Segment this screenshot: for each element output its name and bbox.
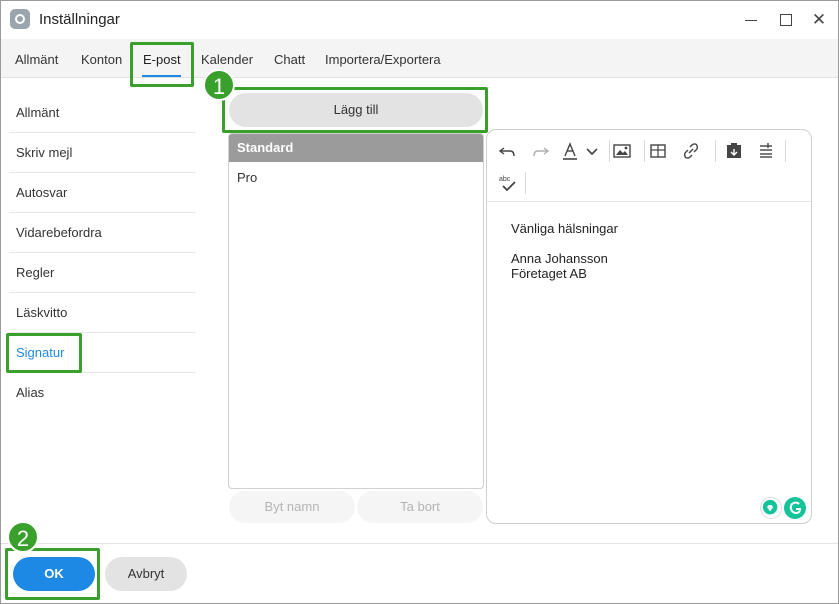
paste-icon[interactable] bbox=[723, 140, 745, 162]
tab-kalender[interactable]: Kalender bbox=[201, 52, 253, 67]
svg-text:abc: abc bbox=[499, 176, 511, 183]
highlight-ok-button bbox=[5, 548, 100, 600]
sidebar-item-label: Alias bbox=[16, 385, 45, 400]
delete-button[interactable]: Ta bort bbox=[357, 491, 483, 523]
toolbar-divider bbox=[525, 172, 526, 194]
tab-allmant[interactable]: Allmänt bbox=[15, 52, 58, 67]
toolbar-divider bbox=[715, 140, 716, 162]
highlight-e-post-tab bbox=[130, 42, 194, 87]
tab-chatt[interactable]: Chatt bbox=[274, 52, 305, 67]
font-color-icon[interactable] bbox=[559, 140, 581, 162]
toolbar-divider bbox=[644, 140, 645, 162]
chevron-down-icon[interactable] bbox=[581, 140, 603, 162]
sidebar-item-allmant[interactable]: Allmänt bbox=[9, 93, 196, 133]
footer-divider bbox=[1, 543, 838, 544]
sidebar-item-label: Vidarebefordra bbox=[16, 225, 102, 240]
close-button[interactable]: ✕ bbox=[808, 9, 830, 31]
title-bar: Inställningar ✕ bbox=[1, 1, 838, 39]
toolbar-divider bbox=[609, 140, 610, 162]
settings-window: Inställningar ✕ Allmänt Konton E-post Ka… bbox=[0, 0, 839, 604]
signature-list-item[interactable]: Standard bbox=[229, 134, 483, 162]
link-icon[interactable] bbox=[680, 140, 702, 162]
sidebar-item-label: Läskvitto bbox=[16, 305, 68, 320]
table-icon[interactable] bbox=[647, 140, 669, 162]
step-2-marker: 2 bbox=[7, 521, 39, 553]
sidebar-item-label: Allmänt bbox=[16, 105, 60, 120]
signature-list: Standard Pro bbox=[228, 133, 484, 489]
signature-editor[interactable]: abc Vänliga hälsningar Anna Johansson Fö… bbox=[486, 129, 812, 524]
sidebar-item-autosvar[interactable]: Autosvar bbox=[9, 173, 196, 213]
sidebar-item-skriv-mejl[interactable]: Skriv mejl bbox=[9, 133, 196, 173]
signature-name: Pro bbox=[237, 170, 258, 185]
signature-list-item[interactable]: Pro bbox=[229, 164, 483, 192]
highlight-add-button bbox=[222, 87, 488, 133]
step-1-marker: 1 bbox=[203, 69, 235, 101]
minimize-icon bbox=[745, 20, 757, 21]
undo-icon[interactable] bbox=[497, 140, 519, 162]
cancel-button[interactable]: Avbryt bbox=[105, 557, 187, 591]
sidebar-item-label: Autosvar bbox=[16, 185, 68, 200]
insert-image-icon[interactable] bbox=[611, 140, 633, 162]
minimize-button[interactable] bbox=[740, 9, 762, 31]
maximize-button[interactable] bbox=[775, 9, 797, 31]
editor-line: Anna Johansson bbox=[511, 251, 608, 266]
sidebar-item-vidarebefordra[interactable]: Vidarebefordra bbox=[9, 213, 196, 253]
sidebar-item-regler[interactable]: Regler bbox=[9, 253, 196, 293]
highlight-signatur-item bbox=[6, 333, 82, 373]
toolbar-divider bbox=[785, 140, 786, 162]
tab-bar: Allmänt Konton E-post Kalender Chatt Imp… bbox=[1, 39, 838, 78]
grammarly-icon[interactable] bbox=[784, 497, 806, 519]
clear-format-icon[interactable] bbox=[755, 140, 777, 162]
tab-konton[interactable]: Konton bbox=[81, 52, 122, 67]
close-icon: ✕ bbox=[811, 10, 827, 29]
window-title: Inställningar bbox=[39, 11, 120, 28]
toolbar-border bbox=[487, 201, 811, 202]
spellcheck-icon[interactable]: abc bbox=[497, 172, 519, 194]
sidebar-item-alias[interactable]: Alias bbox=[9, 373, 196, 413]
sidebar-item-laskvitto[interactable]: Läskvitto bbox=[9, 293, 196, 333]
redo-icon[interactable] bbox=[529, 140, 551, 162]
sidebar-item-label: Skriv mejl bbox=[16, 145, 73, 160]
tab-importera-exportera[interactable]: Importera/Exportera bbox=[325, 52, 441, 67]
maximize-icon bbox=[780, 14, 792, 26]
lightbulb-icon[interactable] bbox=[760, 497, 782, 519]
sidebar-item-label: Regler bbox=[16, 265, 55, 280]
editor-line: Företaget AB bbox=[511, 266, 587, 281]
signature-name: Standard bbox=[237, 140, 294, 155]
rename-button[interactable]: Byt namn bbox=[229, 491, 355, 523]
settings-app-icon bbox=[10, 9, 30, 29]
editor-line: Vänliga hälsningar bbox=[511, 221, 618, 236]
